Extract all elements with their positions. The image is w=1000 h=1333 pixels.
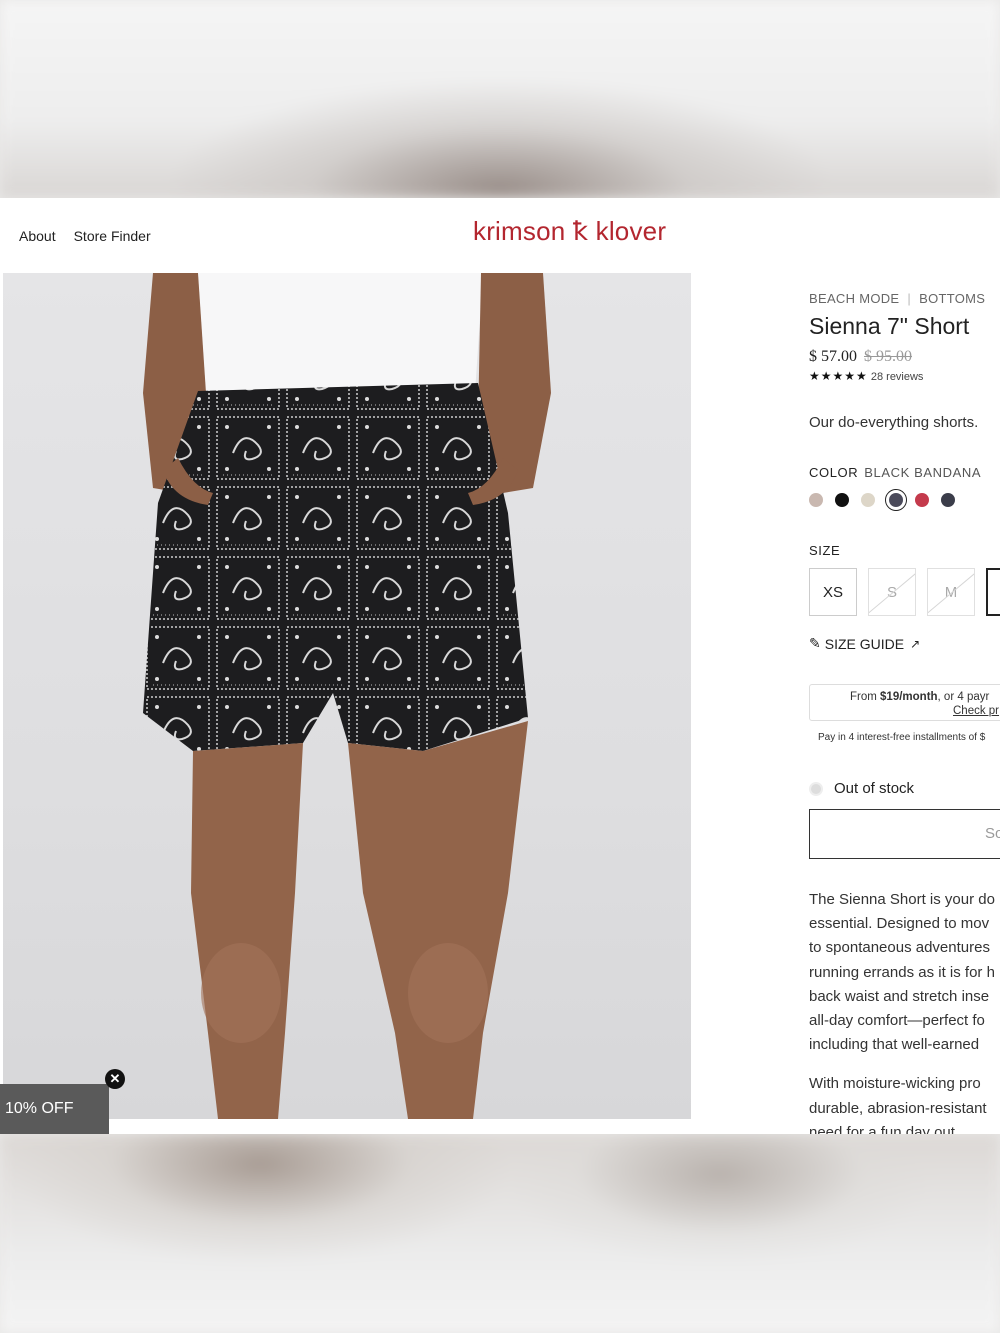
sold-out-button[interactable]: So [809, 809, 1000, 859]
size-guide-label: SIZE GUIDE [824, 635, 905, 652]
installment-widget[interactable]: From $19/month, or 4 payr Check pr [809, 684, 1000, 721]
description-line: to spontaneous adventures [809, 939, 990, 957]
breadcrumb: BEACH MODE | BOTTOMS [809, 291, 985, 306]
discount-close-icon[interactable]: ✕ [105, 1069, 125, 1089]
breadcrumb-separator: | [907, 291, 912, 306]
product-title: Sienna 7" Short [809, 313, 970, 339]
ruler-icon: ✎ [809, 635, 821, 651]
brand-logo[interactable]: krimson ꝁ klover [473, 216, 666, 247]
installment-suffix: , or 4 payr [937, 691, 990, 703]
size-guide-link[interactable]: ✎ SIZE GUIDE ↗ [809, 635, 920, 652]
installment-prefix: From [850, 691, 881, 703]
size-option-xs[interactable]: XS [809, 568, 857, 616]
breadcrumb-item-beach-mode[interactable]: BEACH MODE [809, 291, 899, 306]
installments-note: Pay in 4 interest-free installments of $ [818, 732, 986, 743]
nav-link-store-finder[interactable]: Store Finder [74, 228, 151, 244]
description-line: need for a fun day out [809, 1123, 955, 1134]
size-label: SIZE [809, 543, 841, 558]
color-label: COLOR BLACK BANDANA [809, 465, 981, 480]
size-option-m[interactable]: M [927, 568, 975, 616]
size-options: XS S M [809, 568, 1000, 616]
description-paragraph-1: The Sienna Short is your do essential. D… [809, 888, 1000, 1057]
star-rating-icon: ★★★★★ [809, 369, 868, 383]
review-count[interactable]: 28 reviews [871, 371, 924, 383]
installment-line: From $19/month, or 4 payr [850, 691, 989, 703]
selected-swatch-fill [889, 493, 903, 507]
size-option-s[interactable]: S [868, 568, 916, 616]
color-swatch[interactable] [915, 493, 929, 507]
product-image[interactable] [3, 273, 691, 1119]
selected-color-name: BLACK BANDANA [864, 465, 982, 480]
color-swatches [809, 489, 967, 511]
description-line: The Sienna Short is your do [809, 891, 995, 908]
description-paragraph-2: With moisture-wicking pro durable, abras… [809, 1072, 1000, 1134]
stock-status-label: Out of stock [834, 780, 915, 797]
external-link-icon: ↗ [910, 636, 921, 651]
top-nav: l About Store Finder [0, 226, 151, 246]
description-line: With moisture-wicking pro [809, 1075, 981, 1093]
compare-price: $ 95.00 [864, 348, 912, 365]
description-line: including that well-earned [809, 1036, 980, 1054]
description-line: back waist and stretch inse [809, 987, 990, 1005]
description-line: running errands as it is for h [809, 963, 995, 981]
stock-indicator-icon [809, 781, 823, 796]
rating[interactable]: ★★★★★ 28 reviews [809, 369, 923, 383]
product-tagline: Our do-everything shorts. [809, 414, 979, 431]
description-line: essential. Designed to mov [809, 915, 990, 933]
discount-label: 10% OFF [5, 1100, 74, 1117]
nav-link-about[interactable]: About [19, 228, 56, 244]
color-swatch-selected[interactable] [885, 489, 907, 511]
model-wearing-shorts-illustration [143, 273, 551, 1119]
blurred-background-bottom [0, 1134, 1000, 1333]
description-line: all-day comfort—perfect fo [809, 1012, 985, 1030]
product-description: The Sienna Short is your do essential. D… [809, 888, 1000, 1134]
blurred-background-top [0, 0, 1000, 198]
color-swatch[interactable] [941, 493, 955, 507]
size-option-selected[interactable] [986, 568, 1000, 616]
color-swatch[interactable] [835, 493, 849, 507]
sale-price: $ 57.00 [809, 348, 857, 365]
discount-tab[interactable]: 10% OFF [0, 1084, 109, 1134]
nav-item-cutoff[interactable]: l [0, 228, 1, 244]
stock-status: Out of stock [809, 780, 914, 797]
product-info-panel: BEACH MODE | BOTTOMS Sienna 7" Short $ 57.… [809, 198, 1000, 1134]
sold-out-button-label: So [985, 825, 1000, 842]
installment-amount: $19/month [880, 691, 938, 703]
price: $ 57.00 $ 95.00 [809, 348, 912, 366]
breadcrumb-item-bottoms[interactable]: BOTTOMS [919, 291, 985, 306]
color-swatch[interactable] [861, 493, 875, 507]
description-line: durable, abrasion-resistant [809, 1099, 987, 1117]
product-page: l About Store Finder krimson ꝁ klover [0, 198, 1000, 1134]
color-swatch[interactable] [809, 493, 823, 507]
color-heading: COLOR [809, 465, 859, 480]
check-purchasing-power-link[interactable]: Check pr [953, 705, 999, 717]
